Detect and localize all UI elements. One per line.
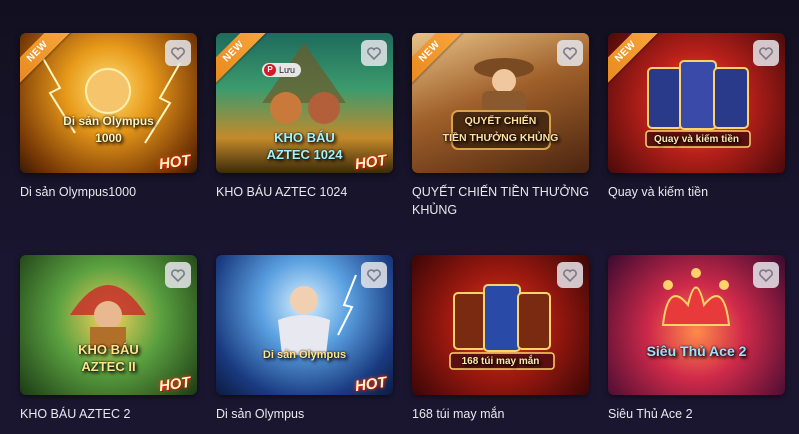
game-logo-text: Quay và kiếm tiền xyxy=(653,134,740,145)
heart-icon xyxy=(171,46,185,60)
favorite-button[interactable] xyxy=(753,40,779,66)
game-thumbnail[interactable]: 168 túi may mắn xyxy=(412,255,589,395)
game-thumbnail[interactable]: Di sản Olympus HOT xyxy=(216,255,393,395)
game-logo-text: Di sản Olympus xyxy=(262,349,347,361)
game-title[interactable]: Siêu Thủ Ace 2 xyxy=(608,405,785,423)
game-logo-text: QUYẾT CHIẾN TIỀN THƯỞNG KHỦNG xyxy=(442,115,559,144)
heart-icon xyxy=(367,46,381,60)
game-card[interactable]: Di sản Olympus HOT Di sản Olympus xyxy=(216,255,393,421)
game-logo-text: 168 túi may mắn xyxy=(461,356,540,367)
heart-icon xyxy=(367,268,381,282)
game-title[interactable]: Quay và kiếm tiền xyxy=(608,183,785,201)
game-thumbnail[interactable]: KHO BÁU AZTEC 1024 NEW P Lưu HOT xyxy=(216,33,393,173)
save-label: Lưu xyxy=(279,65,296,75)
save-button[interactable]: P Lưu xyxy=(262,63,302,77)
game-thumbnail[interactable]: KHO BÁU AZTEC II HOT xyxy=(20,255,197,395)
favorite-button[interactable] xyxy=(165,40,191,66)
game-thumbnail[interactable]: Di sản Olympus 1000 NEW HOT xyxy=(20,33,197,173)
heart-icon xyxy=(171,268,185,282)
favorite-button[interactable] xyxy=(165,262,191,288)
game-logo-text: Siêu Thủ Ace 2 xyxy=(646,343,747,359)
game-logo-text: KHO BÁU AZTEC II xyxy=(78,342,139,374)
game-thumbnail[interactable]: Quay và kiếm tiền NEW xyxy=(608,33,785,173)
game-title[interactable]: QUYẾT CHIẾN TIỀN THƯỞNG KHỦNG xyxy=(412,183,589,219)
game-card[interactable]: 168 túi may mắn 168 túi may mắn xyxy=(412,255,589,421)
game-title[interactable]: 168 túi may mắn xyxy=(412,405,589,423)
game-card[interactable]: KHO BÁU AZTEC 1024 NEW P Lưu HOT KHO BÁU… xyxy=(216,33,393,199)
game-title[interactable]: Di sản Olympus1000 xyxy=(20,183,197,201)
heart-icon xyxy=(563,46,577,60)
heart-icon xyxy=(563,268,577,282)
game-card[interactable]: Quay và kiếm tiền NEW Quay và kiếm tiền xyxy=(608,33,785,199)
heart-icon xyxy=(759,268,773,282)
favorite-button[interactable] xyxy=(361,40,387,66)
heart-icon xyxy=(759,46,773,60)
game-card[interactable]: KHO BÁU AZTEC II HOT KHO BÁU AZTEC 2 xyxy=(20,255,197,421)
game-card[interactable]: QUYẾT CHIẾN TIỀN THƯỞNG KHỦNG NEW QUYẾT … xyxy=(412,33,589,217)
favorite-button[interactable] xyxy=(753,262,779,288)
pin-icon: P xyxy=(264,64,276,76)
game-card[interactable]: Di sản Olympus 1000 NEW HOT Di sản Olymp… xyxy=(20,33,197,199)
favorite-button[interactable] xyxy=(557,262,583,288)
favorite-button[interactable] xyxy=(361,262,387,288)
game-thumbnail[interactable]: Siêu Thủ Ace 2 xyxy=(608,255,785,395)
game-title[interactable]: Di sản Olympus xyxy=(216,405,393,423)
game-thumbnail[interactable]: QUYẾT CHIẾN TIỀN THƯỞNG KHỦNG NEW xyxy=(412,33,589,173)
game-title[interactable]: KHO BÁU AZTEC 1024 xyxy=(216,183,393,201)
game-logo-text: Di sản Olympus 1000 xyxy=(63,114,154,145)
game-card[interactable]: Siêu Thủ Ace 2 Siêu Thủ Ace 2 xyxy=(608,255,785,421)
favorite-button[interactable] xyxy=(557,40,583,66)
game-title[interactable]: KHO BÁU AZTEC 2 xyxy=(20,405,197,423)
game-grid: Di sản Olympus 1000 NEW HOT Di sản Olymp… xyxy=(0,0,799,434)
